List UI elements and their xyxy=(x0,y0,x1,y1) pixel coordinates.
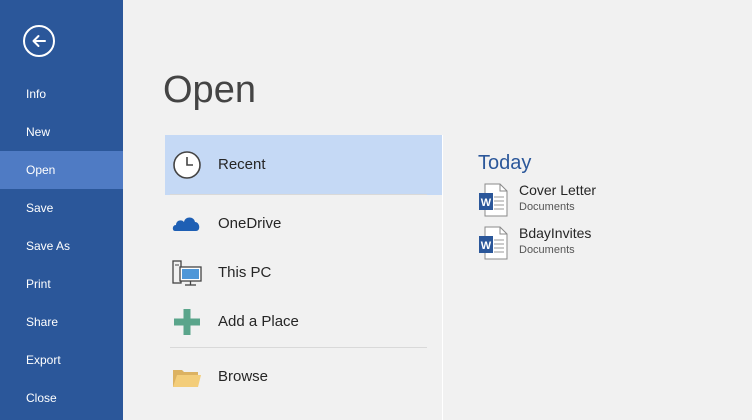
plus-icon xyxy=(174,309,200,335)
document-name: Cover Letter xyxy=(519,182,597,198)
nav-export[interactable]: Export xyxy=(0,341,123,379)
svg-text:W: W xyxy=(481,240,492,252)
computer-icon xyxy=(172,260,202,286)
folder-icon xyxy=(173,370,201,387)
document-location: Documents xyxy=(519,244,575,256)
nav-new[interactable]: New xyxy=(0,113,123,151)
nav-save[interactable]: Save xyxy=(0,189,123,227)
cloud-icon xyxy=(172,217,200,231)
clock-icon xyxy=(173,151,201,179)
recent-document[interactable]: W BdayInvites Documents xyxy=(478,225,728,266)
places-list: Recent OneDrive This PC Add a Place Brow… xyxy=(165,135,442,420)
page-title: Open xyxy=(163,69,256,111)
arrow-left-icon xyxy=(32,35,46,47)
place-label: Add a Place xyxy=(218,313,299,330)
nav-close[interactable]: Close xyxy=(0,379,123,417)
place-label: Browse xyxy=(218,368,269,385)
backstage-sidebar: Info New Open Save Save As Print Share E… xyxy=(0,0,123,420)
place-recent[interactable]: Recent xyxy=(165,135,442,195)
recent-document[interactable]: W Cover Letter Documents xyxy=(478,182,728,223)
nav-open[interactable]: Open xyxy=(0,151,123,189)
nav-share[interactable]: Share xyxy=(0,303,123,341)
nav-info[interactable]: Info xyxy=(0,75,123,113)
nav-print[interactable]: Print xyxy=(0,265,123,303)
document-name: BdayInvites xyxy=(519,225,592,241)
document-location: Documents xyxy=(519,201,575,213)
panel-divider xyxy=(442,135,443,420)
recent-section-heading: Today xyxy=(478,152,532,174)
place-label: Recent xyxy=(218,156,266,173)
word-document-icon: W xyxy=(479,183,508,217)
word-document-icon: W xyxy=(479,226,508,260)
place-browse[interactable]: Browse xyxy=(165,347,442,407)
nav-save-as[interactable]: Save As xyxy=(0,227,123,265)
back-button[interactable] xyxy=(23,25,55,57)
place-add-a-place[interactable]: Add a Place xyxy=(165,292,442,352)
svg-text:W: W xyxy=(481,197,492,209)
